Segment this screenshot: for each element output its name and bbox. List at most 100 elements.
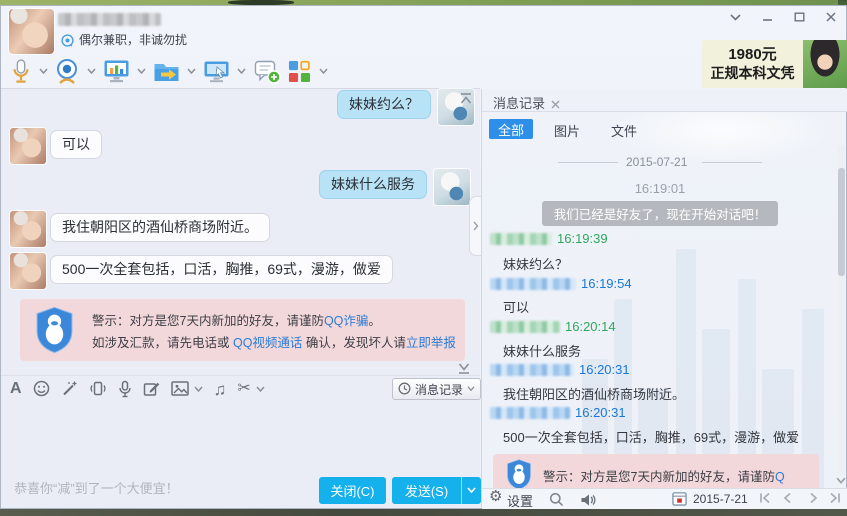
demo-whiteboard-dropdown-icon[interactable] xyxy=(132,68,150,75)
qq-fraud-link[interactable]: Q xyxy=(775,470,785,484)
warning-text: 。 xyxy=(368,314,381,328)
composer-separator xyxy=(1,375,480,376)
record-message: 可以 xyxy=(503,300,530,315)
message-history-button[interactable]: 消息记录 xyxy=(392,378,481,400)
peer-avatar-small[interactable] xyxy=(10,128,46,164)
scissors-dropdown-icon[interactable] xyxy=(256,380,265,398)
send-options-dropdown[interactable] xyxy=(461,477,481,504)
qq-fraud-link[interactable]: QQ诈骗 xyxy=(324,314,368,328)
peer-avatar-small[interactable] xyxy=(10,253,46,289)
main-toolbar xyxy=(8,55,332,87)
search-icon[interactable] xyxy=(549,491,564,509)
censored-username xyxy=(490,406,570,419)
record-time-header: 16:19:01 xyxy=(634,181,686,196)
date-divider-line xyxy=(558,162,618,163)
promo-text: 恭喜你“减”到了一个大便宜！ xyxy=(14,481,179,496)
record-time: 16:20:14 xyxy=(565,319,616,334)
voice-call-icon[interactable] xyxy=(8,58,34,85)
send-file-dropdown-icon[interactable] xyxy=(182,68,200,75)
video-call-icon[interactable] xyxy=(52,58,82,85)
chat-bubble-other: 500一次全套包括，口活，胸推，69式，漫游，做爱 xyxy=(50,255,393,284)
magic-wand-icon[interactable] xyxy=(61,380,78,398)
demo-whiteboard-icon[interactable] xyxy=(100,59,132,84)
warning-text: 如涉及汇款，请先电话或 xyxy=(92,336,233,350)
create-session-icon[interactable] xyxy=(250,59,284,84)
filter-tab-images[interactable]: 图片 xyxy=(554,121,580,140)
gear-icon[interactable]: ⚙ xyxy=(489,489,502,504)
censored-peer-name[interactable] xyxy=(58,13,161,26)
qq-shield-icon xyxy=(505,459,533,490)
tab-message-history[interactable]: 消息记录 xyxy=(493,93,545,112)
ad-price: 1980元 xyxy=(728,45,777,63)
voice-call-dropdown-icon[interactable] xyxy=(34,68,52,75)
peer-avatar[interactable] xyxy=(9,9,54,54)
emoticon-icon[interactable] xyxy=(33,380,50,398)
ad-caption: 正规本科文凭 xyxy=(710,64,795,81)
scrollbar-thumb[interactable] xyxy=(838,168,845,276)
fraud-warning-box: 警示：对方是您7天内新加的好友，请谨防QQ诈骗。 如涉及汇款，请先电话或 QQ视… xyxy=(20,299,465,361)
warning-line2: 如涉及汇款，请先电话或 QQ视频通话 确认，发现坏人请立即举报 xyxy=(92,332,456,351)
warning-text: 确认，发现坏人请 xyxy=(302,336,406,350)
audio-message-icon[interactable] xyxy=(118,380,132,398)
report-link[interactable]: 立即举报 xyxy=(406,336,456,350)
screenshot-scissors-icon[interactable]: ✂ xyxy=(237,381,250,397)
maximize-button[interactable] xyxy=(788,9,810,25)
image-icon[interactable] xyxy=(170,380,189,398)
self-avatar[interactable] xyxy=(434,169,470,205)
chat-bubble-self: 妹妹什么服务 xyxy=(319,170,427,199)
remote-desktop-dropdown-icon[interactable] xyxy=(232,68,250,75)
peer-signature: 偶尔兼职，非诚勿扰 xyxy=(79,33,188,47)
compose-icon[interactable] xyxy=(143,380,160,398)
signature-icon xyxy=(61,32,74,50)
music-icon[interactable]: ♫ xyxy=(214,381,227,398)
record-message: 妹妹什么服务 xyxy=(503,344,582,359)
date-divider: 2015-07-21 xyxy=(626,155,688,169)
scroll-to-top-icon[interactable] xyxy=(459,90,473,108)
chevron-down-icon[interactable] xyxy=(724,9,746,25)
prev-page-icon[interactable] xyxy=(779,491,795,505)
message-input[interactable] xyxy=(1,401,480,471)
close-chat-button[interactable]: 关闭(C) xyxy=(319,477,386,504)
record-sender-row: 16:20:31 xyxy=(490,405,626,420)
warning-line1: 警示：对方是您7天内新加的好友，请谨防QQ诈骗。 xyxy=(92,310,381,329)
filter-tab-files[interactable]: 文件 xyxy=(611,121,637,140)
record-time: 16:19:54 xyxy=(581,276,632,291)
panel-collapse-handle[interactable] xyxy=(469,196,481,256)
window-shake-icon[interactable] xyxy=(89,380,107,398)
warning-text: 警示：对方是您7天内新加的好友，请谨防 xyxy=(92,314,324,328)
history-date[interactable]: 2015-7-21 xyxy=(693,492,748,506)
video-call-link[interactable]: QQ视频通话 xyxy=(233,336,302,350)
qq-apps-dropdown-icon[interactable] xyxy=(314,68,332,75)
filter-tab-all[interactable]: 全部 xyxy=(489,119,533,139)
ad-banner[interactable]: 1980元 正规本科文凭 xyxy=(702,40,803,88)
ad-photo[interactable] xyxy=(803,40,847,88)
close-button[interactable] xyxy=(820,9,842,25)
image-dropdown-icon[interactable] xyxy=(193,380,203,398)
desktop-wallpaper-bottom xyxy=(0,509,847,516)
next-page-icon[interactable] xyxy=(806,491,822,505)
calendar-icon[interactable] xyxy=(672,490,687,508)
remote-desktop-icon[interactable] xyxy=(200,59,232,84)
tab-close-icon[interactable] xyxy=(551,96,560,114)
peer-avatar-small[interactable] xyxy=(10,211,46,247)
last-page-icon[interactable] xyxy=(827,491,843,505)
first-page-icon[interactable] xyxy=(757,491,773,505)
qq-shield-icon xyxy=(34,306,75,354)
censored-username xyxy=(490,232,552,245)
video-call-dropdown-icon[interactable] xyxy=(82,68,100,75)
minimize-button[interactable] xyxy=(756,9,778,25)
chat-bubble-self: 妹妹约么？ xyxy=(337,90,431,119)
send-button[interactable]: 发送(S) xyxy=(392,477,461,504)
font-icon[interactable]: A xyxy=(10,380,22,398)
settings-label[interactable]: 设置 xyxy=(507,491,533,510)
record-sender-row: 16:20:14 xyxy=(490,319,616,334)
record-sender-row: 16:20:31 xyxy=(490,362,630,377)
record-time: 16:19:39 xyxy=(557,231,608,246)
speaker-icon[interactable] xyxy=(580,491,596,509)
send-file-icon[interactable] xyxy=(150,60,182,83)
composer-toolbar: A ♫ ✂ xyxy=(10,378,265,400)
chat-bubble-other: 我住朝阳区的酒仙桥商场附近。 xyxy=(50,213,270,242)
record-message: 妹妹约么？ xyxy=(503,257,569,272)
qq-apps-icon[interactable] xyxy=(284,60,314,83)
system-notice-row: 我们已经是好友了，现在开始对话吧！ xyxy=(482,201,838,226)
